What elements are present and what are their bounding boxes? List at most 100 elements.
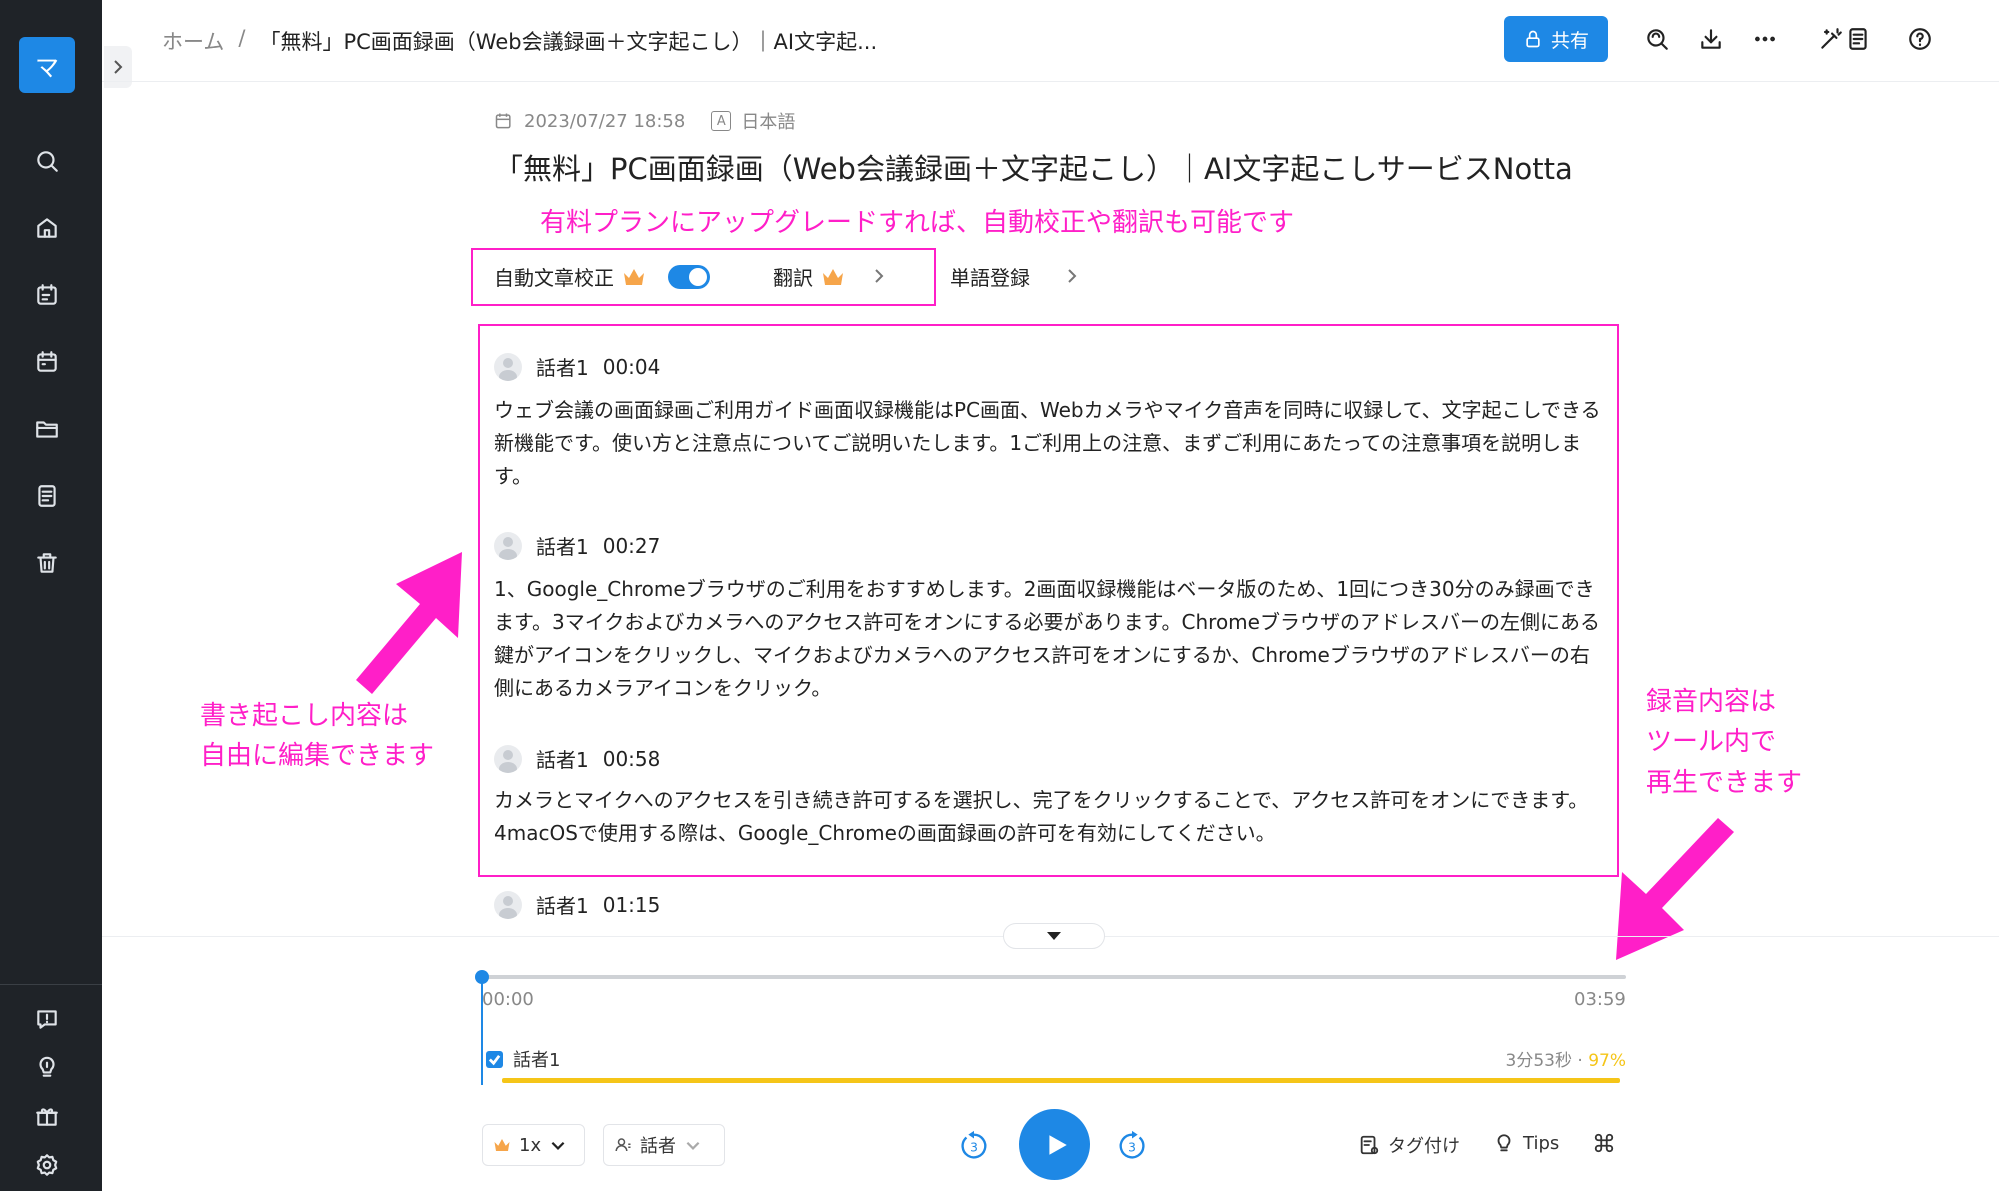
home-icon[interactable] [27,208,67,248]
svg-text:3: 3 [970,1141,978,1155]
calendar-icon[interactable] [27,342,67,382]
speaker-track-toggle[interactable]: 話者1 [486,1046,560,1072]
language-icon: A [711,111,732,131]
dictionary-option[interactable]: 単語登録 [950,262,1080,291]
help-icon[interactable] [1901,20,1939,58]
skip-back-button[interactable]: 3 [956,1128,992,1164]
dictionary-label: 単語登録 [950,266,1030,290]
lock-icon [1526,30,1540,48]
forward-3s-icon: 3 [1119,1130,1145,1159]
speaker-track-percent: 97% [1588,1051,1626,1071]
breadcrumb-current: 「無料」PC画面録画（Web会議録画＋文字起こし）｜AI文字起... [259,30,878,54]
playback-speed-select[interactable]: 1x [482,1124,585,1166]
tag-button[interactable]: タグ付け [1358,1132,1460,1158]
speaker-track-name: 話者1 [513,1050,561,1071]
gift-icon[interactable] [27,1096,67,1136]
header: ホーム / 「無料」PC画面録画（Web会議録画＋文字起こし）｜AI文字起...… [102,0,1999,82]
transcript-paragraph[interactable]: 1、Google_Chromeブラウザのご利用をおすすめします。2画面収録機能は… [494,573,1606,705]
sidebar: マ [0,0,102,1191]
current-time: 00:00 [482,989,534,1010]
document-language[interactable]: 日本語 [741,108,795,134]
download-icon[interactable] [1692,20,1730,58]
calendar-edit-icon[interactable] [27,275,67,315]
speaker-filter-label: 話者 [640,1136,676,1157]
translate-option[interactable]: 翻訳 [773,262,887,291]
tag-doc-icon [1360,1135,1379,1155]
folder-icon[interactable] [27,409,67,449]
document-icon[interactable] [27,476,67,516]
speaker-name: 話者1 [536,894,589,918]
speaker-time[interactable]: 01:15 [603,893,661,917]
document-meta: 2023/07/27 18:58 A 日本語 [494,108,795,134]
transcript-paragraph[interactable]: ウェブ会議の画面録画ご利用ガイド画面収録機能はPC画面、Webカメラやマイク音声… [494,394,1606,493]
speaker-track-stat: 3分53秒 · 97% [1460,1046,1626,1071]
lightbulb-icon[interactable] [27,1047,67,1087]
search-icon[interactable] [27,141,67,181]
trash-icon[interactable] [27,543,67,583]
play-button[interactable] [1019,1109,1090,1180]
speaker-track-bar[interactable] [502,1078,1620,1083]
more-icon[interactable] [1746,20,1784,58]
playhead-knob[interactable] [475,970,489,984]
share-button[interactable]: 共有 [1504,16,1608,62]
annotation-play-line3: 再生できます [1646,768,1803,798]
crown-icon [494,1139,510,1151]
auto-correct-toggle[interactable] [668,264,710,289]
check-icon [488,1054,501,1065]
speaker-checkbox[interactable] [486,1050,503,1068]
chevron-down-icon [686,1141,700,1150]
playback-track[interactable] [481,975,1626,979]
shortcut-button[interactable] [1593,1132,1615,1154]
avatar [494,890,522,919]
annotation-edit-line2: 自由に編集できます [200,741,435,771]
speaker-header[interactable]: 話者1 00:58 [494,744,660,773]
annotation-play-line2: ツール内で [1646,727,1777,757]
annotation-arrow-down [1616,818,1734,960]
collapse-player-button[interactable] [1003,923,1105,949]
speaker-header[interactable]: 話者1 01:15 [494,890,660,919]
breadcrumb-separator: / [238,26,246,50]
chevron-right-icon [871,265,887,289]
settings-icon[interactable] [27,1145,67,1185]
avatar [494,352,522,381]
speaker-track-sep: · [1577,1051,1583,1071]
annotation-arrow-up [356,552,462,694]
speaker-name: 話者1 [536,356,589,380]
breadcrumb: ホーム / 「無料」PC画面録画（Web会議録画＋文字起こし）｜AI文字起... [162,26,877,56]
crown-icon [823,268,843,285]
speaker-header[interactable]: 話者1 00:27 [494,531,660,560]
svg-text:3: 3 [1128,1141,1136,1155]
speaker-header[interactable]: 話者1 00:04 [494,352,660,381]
translate-label: 翻訳 [773,266,813,290]
summary-doc-icon[interactable] [1839,20,1877,58]
chevron-down-icon [551,1141,565,1150]
speaker-time[interactable]: 00:27 [603,534,661,558]
feedback-icon[interactable] [27,999,67,1039]
total-time: 03:59 [1574,989,1626,1010]
auto-correct-label: 自動文章校正 [494,266,614,290]
lightbulb-icon [1497,1134,1511,1152]
playback-speed-value: 1x [519,1134,542,1156]
share-label: 共有 [1550,29,1589,52]
crown-icon [624,268,644,285]
tag-label: タグ付け [1388,1136,1460,1157]
search-replace-icon[interactable] [1638,20,1676,58]
transcript-paragraph[interactable]: カメラとマイクへのアクセスを引き続き許可するを選択し、完了をクリックすることで、… [494,784,1606,850]
annotation-play-line1: 録音内容は [1646,687,1777,717]
auto-correct-option[interactable]: 自動文章校正 [494,262,710,291]
document-title[interactable]: 「無料」PC画面録画（Web会議録画＋文字起こし）｜AI文字起こしサービスNot… [494,144,1624,194]
tips-button[interactable]: Tips [1493,1132,1559,1154]
user-icon [615,1138,631,1152]
speaker-track-duration: 3分53秒 [1505,1051,1572,1071]
speaker-filter-select[interactable]: 話者 [603,1124,725,1166]
document-datetime: 2023/07/27 18:58 [524,110,686,132]
app-logo[interactable]: マ [19,37,75,93]
note-icon-visible[interactable] [1942,20,1980,58]
speaker-name: 話者1 [536,748,589,772]
speaker-time[interactable]: 00:04 [603,355,661,379]
breadcrumb-home[interactable]: ホーム [162,26,224,56]
caret-down-icon [1047,932,1061,940]
speaker-time[interactable]: 00:58 [603,747,661,771]
skip-forward-button[interactable]: 3 [1114,1128,1150,1164]
sidebar-divider [0,984,102,985]
